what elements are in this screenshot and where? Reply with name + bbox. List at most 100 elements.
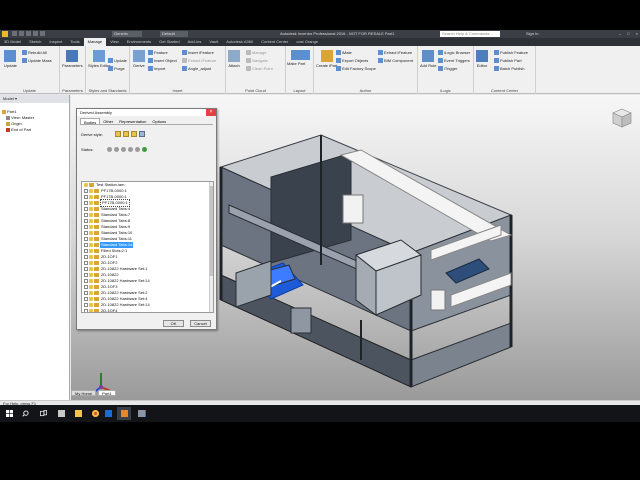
tab-representation[interactable]: Representation [116,118,149,124]
expand-icon[interactable] [84,291,88,295]
expand-icon[interactable] [84,249,88,253]
tab-add-ins[interactable]: Add-Ins [184,38,206,46]
tab-environments[interactable]: Environments [123,38,155,46]
derive-status-icon[interactable] [89,291,93,295]
create-ipart-button[interactable]: Create iPart [316,50,337,68]
expand-icon[interactable] [84,267,88,271]
expand-icon[interactable] [84,297,88,301]
tab-view[interactable]: View [106,38,123,46]
expand-icon[interactable] [84,225,88,229]
derive-status-icon[interactable] [89,243,93,247]
inventor-logo-icon[interactable] [2,31,8,37]
expand-icon[interactable] [84,237,88,241]
tab-get-started[interactable]: Get Started [155,38,183,46]
manage-button[interactable]: Manage [246,50,266,55]
doc-tab-my-home[interactable]: My Home [71,390,97,396]
expand-icon[interactable] [84,285,88,289]
status-intersect-icon[interactable] [135,147,141,152]
derive-status-icon[interactable] [89,207,93,211]
component-tree[interactable]: Test Station.iam PF17B-0000:1 PF17B-0000:1… [81,181,214,313]
save-icon[interactable] [26,31,31,36]
derive-status-icon[interactable] [89,285,93,289]
derive-button[interactable]: Derive [133,50,145,68]
publish-feature-button[interactable]: Publish Feature [494,50,528,55]
tab-cost-orange[interactable]: cost Orange [292,38,322,46]
tab-vault[interactable]: Vault [205,38,222,46]
derive-status-icon[interactable] [89,279,93,283]
add-rule-button[interactable]: Add Rule [420,50,436,68]
close-button[interactable]: × [636,30,638,38]
derive-status-icon[interactable] [89,303,93,307]
dialog-close-icon[interactable]: × [206,109,216,116]
parameters-button[interactable]: Parameters [62,50,83,68]
expand-icon[interactable] [84,195,88,199]
maximize-button[interactable]: □ [627,30,629,38]
batch-publish-button[interactable]: Batch Publish [494,66,524,71]
expand-icon[interactable] [84,213,88,217]
tree-scrollbar[interactable] [209,182,213,312]
new-icon[interactable] [12,31,17,36]
derive-status-icon[interactable] [89,297,93,301]
expand-icon[interactable] [84,309,88,312]
redo-icon[interactable] [40,31,45,36]
calculator-icon[interactable] [56,408,67,419]
minimize-button[interactable]: – [619,30,621,38]
file-explorer-icon[interactable] [73,408,84,419]
tab-bodies[interactable]: Bodies [80,118,101,125]
browser-node-end-of-part[interactable]: End of Part [0,127,69,133]
derive-status-icon[interactable] [84,183,88,187]
inventor-icon[interactable] [117,407,131,420]
expand-icon[interactable] [84,303,88,307]
tab-3d-model[interactable]: 3D Model [0,38,25,46]
publish-part-button[interactable]: Publish Part [494,58,522,63]
tab-tools[interactable]: Tools [66,38,83,46]
expand-icon[interactable] [84,255,88,259]
derive-status-icon[interactable] [89,255,93,259]
tab-content-center[interactable]: Content Center [257,38,292,46]
expand-icon[interactable] [84,261,88,265]
tab-manage[interactable]: Manage [83,38,107,46]
bim-component-button[interactable]: BIM Component [378,58,413,63]
tab-sketch[interactable]: Sketch [25,38,45,46]
imate-button[interactable]: iMate [336,50,352,55]
styles-update-button[interactable]: Update [108,58,127,63]
insert-object-button[interactable]: Insert Object [148,58,177,63]
derive-status-icon[interactable] [89,273,93,277]
tab-inspect[interactable]: Inspect [45,38,66,46]
view-cube-icon[interactable] [611,107,633,129]
expand-icon[interactable] [84,273,88,277]
status-include-icon[interactable] [107,147,113,152]
derive-status-icon[interactable] [89,261,93,265]
make-components-button[interactable] [300,50,310,60]
derive-status-icon[interactable] [89,189,93,193]
ilogic-browser-button[interactable]: iLogic Browser [438,50,470,55]
derive-status-icon[interactable] [89,267,93,271]
multi-body-icon[interactable] [131,131,138,137]
expand-icon[interactable] [84,207,88,211]
tab-a360[interactable]: Autodesk A360 [222,38,257,46]
help-search-input[interactable]: Search Help & Commands... [440,31,500,37]
derive-status-icon[interactable] [89,195,93,199]
update-mass-button[interactable]: Update Mass [22,58,52,63]
status-check-icon[interactable] [142,147,148,152]
status-exclude-icon[interactable] [114,147,120,152]
derive-status-icon[interactable] [89,309,93,312]
angle-adjust-combo[interactable]: Angle_adjust [182,66,211,71]
extract-ifeature-button[interactable]: Extract iFeature [182,58,216,63]
extract-ifeature-author-button[interactable]: Extract iFeature [378,50,412,55]
tree-scroll-thumb[interactable] [210,186,213,276]
export-objects-button[interactable]: Export Objects [336,58,368,63]
tree-item[interactable]: 2D-1OF4 [82,308,213,312]
outlook-icon[interactable] [103,408,114,419]
derive-status-icon[interactable] [89,225,93,229]
expand-icon[interactable] [84,231,88,235]
update-button[interactable]: Update [4,50,17,68]
chrome-icon[interactable] [90,408,101,419]
expand-icon[interactable] [84,201,88,205]
derive-status-icon[interactable] [89,219,93,223]
derive-status-icon[interactable] [89,201,93,205]
surface-body-icon[interactable] [139,131,146,137]
insert-ifeature-button[interactable]: Insert iFeature [182,50,214,55]
expand-icon[interactable] [84,243,88,247]
task-view-icon[interactable] [38,408,49,419]
